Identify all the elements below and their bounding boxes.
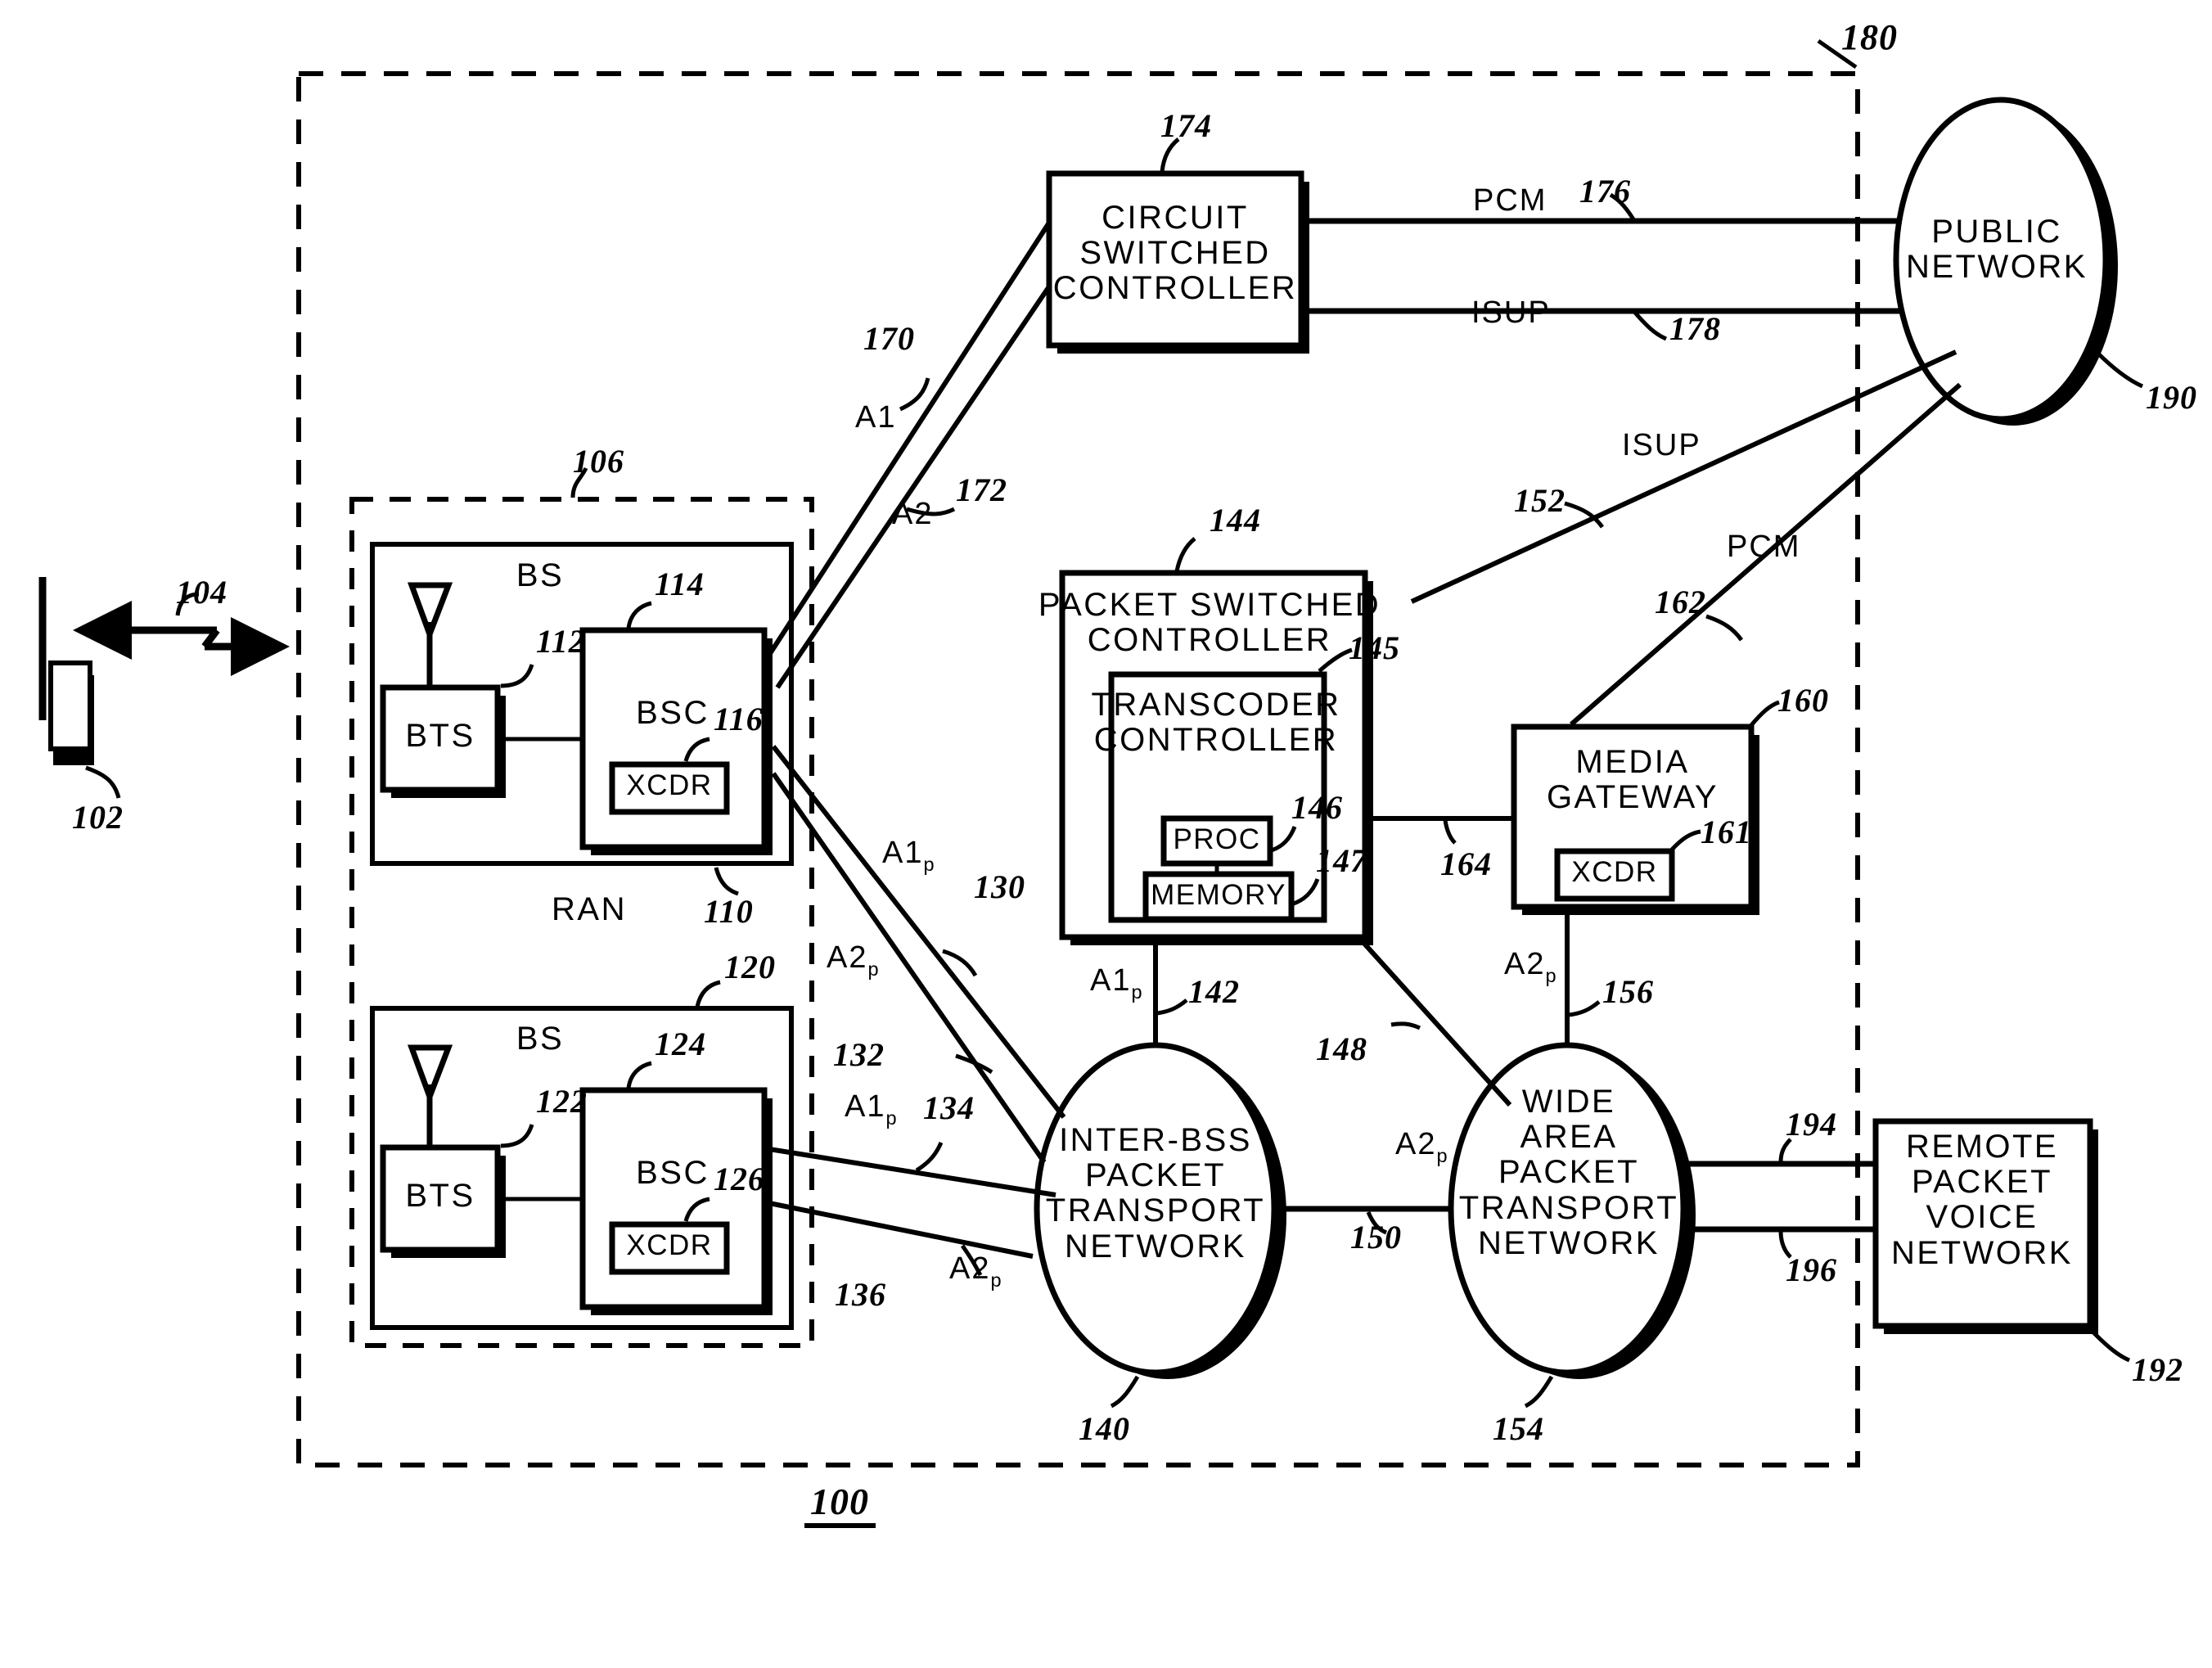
bsc-label-lower: BSC [636,1155,710,1191]
transcoder-controller-label: TRANSCODER CONTROLLER [1091,687,1341,759]
bts-label-lower: BTS [405,1178,475,1214]
ref-110-bs-upper: 110 [704,893,754,930]
ref-192-remote-packet-voice-network: 192 [2132,1351,2183,1388]
protocol-label-a2p-bsc1: A2p [827,940,879,980]
public-network-label: PUBLIC NETWORK [1906,214,2088,286]
ref-196-wide-remote-link: 196 [1786,1251,1837,1288]
protocol-label-a1p-psc: A1p [1090,963,1142,1003]
ref-154-wide-area-network: 154 [1493,1410,1544,1447]
bsc-label-upper: BSC [636,695,710,731]
ref-136-a2p-link: 136 [835,1276,886,1313]
xcdr-label-upper: XCDR [626,769,713,801]
ref-126-xcdr-lower: 126 [714,1161,765,1197]
ref-194-wide-remote-link: 194 [1786,1106,1837,1143]
proc-label: PROC [1173,823,1261,855]
ref-114-bsc-upper: 114 [655,566,705,602]
ref-120-bs-lower: 120 [724,949,776,985]
ref-140-inter-bss-network: 140 [1079,1410,1130,1447]
media-gateway-label: MEDIA GATEWAY [1546,744,1719,816]
protocol-label-a1p-bsc1: A1p [882,836,935,875]
ref-147-memory: 147 [1316,842,1367,879]
memory-label: MEMORY [1151,879,1286,911]
ref-132-a2p-link: 132 [833,1036,885,1073]
xcdr-label-media-gateway: XCDR [1571,856,1658,888]
ref-190-public-network: 190 [2146,379,2197,416]
figure-number: 100 [810,1481,869,1522]
ref-144-packet-switched-controller: 144 [1210,502,1261,539]
ref-142-a1p-link: 142 [1188,973,1240,1010]
ref-112-bts-upper: 112 [536,623,586,660]
bts-label-upper: BTS [405,718,475,754]
ref-178-isup-link: 178 [1669,310,1721,347]
protocol-label-a2: A2 [892,497,934,531]
ref-134-a1p-link: 134 [923,1089,975,1126]
wide-area-network-label: WIDE AREA PACKET TRANSPORT NETWORK [1458,1084,1679,1261]
ref-104-air-link: 104 [176,574,228,611]
ref-124-bsc-lower: 124 [655,1026,706,1062]
remote-packet-voice-network-label: REMOTE PACKET VOICE NETWORK [1891,1129,2073,1271]
ref-122-bts-lower: 122 [536,1083,588,1120]
protocol-label-pcm-top: PCM [1473,183,1547,218]
patent-figure: 100 180 102 104 RAN 106 BS 110 BTS 112 B… [0,0,2212,1668]
ref-160-media-gateway: 160 [1777,682,1829,719]
ref-145-transcoder-controller: 145 [1349,629,1400,666]
ref-161-xcdr-media-gateway: 161 [1701,814,1752,850]
ref-106-ran: 106 [573,443,624,480]
protocol-label-a2p-mg: A2p [1504,947,1557,986]
ref-170-a1-link: 170 [863,320,915,357]
ref-172-a2-link: 172 [956,471,1007,508]
ref-162-pcm-link: 162 [1655,584,1706,620]
ref-152-isup-link: 152 [1514,482,1566,519]
protocol-label-isup-top: ISUP [1471,295,1551,330]
protocol-label-pcm-mg: PCM [1727,530,1801,564]
protocol-label-a2p-bsc2: A2p [949,1251,1002,1291]
ref-148-psc-wide-area-link: 148 [1316,1030,1367,1067]
packet-switched-controller-label: PACKET SWITCHED CONTROLLER [1038,587,1381,659]
bs-label-upper: BS [516,557,565,593]
ref-174-circuit-switched-controller: 174 [1160,107,1212,144]
inter-bss-network-label: INTER-BSS PACKET TRANSPORT NETWORK [1045,1122,1266,1265]
ref-176-pcm-link: 176 [1579,173,1631,210]
ref-146-proc: 146 [1291,789,1343,826]
xcdr-label-lower: XCDR [626,1229,713,1261]
protocol-label-a1p-bsc2: A1p [845,1089,897,1129]
ref-164-psc-mg-link: 164 [1440,845,1492,882]
ref-180-system-boundary: 180 [1841,17,1898,57]
circuit-switched-controller-label: CIRCUIT SWITCHED CONTROLLER [1052,200,1298,307]
protocol-label-isup-psc: ISUP [1622,428,1701,462]
ref-102-mobile-station: 102 [72,799,124,836]
protocol-label-a1: A1 [855,400,897,435]
bs-label-lower: BS [516,1021,565,1057]
ref-150-a2p-link: 150 [1350,1219,1402,1256]
ref-116-xcdr-upper: 116 [714,701,764,737]
ran-label: RAN [552,891,627,927]
protocol-label-a2p-interbss-wide: A2p [1395,1127,1448,1166]
ref-156-a2p-link: 156 [1602,973,1654,1010]
ref-130-a1p-link: 130 [974,868,1025,905]
